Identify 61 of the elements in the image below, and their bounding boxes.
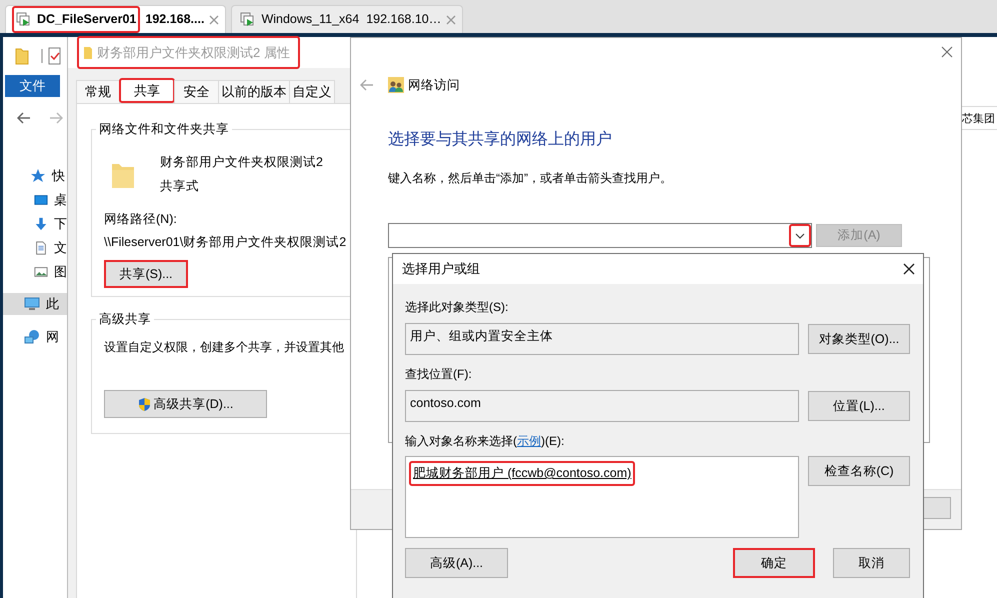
field-label: 查找位置(F): (405, 366, 473, 383)
advanced-button[interactable]: 高级(A)... (405, 548, 508, 578)
document-icon (34, 240, 48, 256)
path-label: 网络路径(N): (104, 210, 178, 228)
shield-icon (138, 396, 151, 412)
locations-button[interactable]: 位置(L)... (808, 391, 910, 421)
group-title: 网络文件和文件夹共享 (96, 121, 232, 137)
sidebar-item[interactable]: 下 (3, 213, 67, 235)
browser-tab[interactable]: Windows_11_x64 192.168.10… (231, 5, 464, 33)
cancel-button[interactable]: 取消 (833, 548, 910, 578)
network-path: \\Fileserver01\财务部用户文件夹权限测试2 (104, 234, 348, 252)
check-names-button[interactable]: 检查名称(C) (808, 456, 910, 486)
dialog-heading: 选择要与其共享的网络上的用户 (388, 130, 613, 150)
dropdown-button[interactable] (789, 224, 811, 247)
close-icon[interactable] (903, 263, 915, 275)
user-combo-box[interactable] (388, 222, 812, 248)
tab[interactable]: 安全 (174, 80, 219, 103)
remote-desktop-icon (16, 12, 32, 28)
dialog-title: 选择用户或组 (402, 260, 480, 278)
description-text: 设置自定义权限，创建多个共享，并设置其他 (104, 339, 345, 356)
dialog-title: 网络访问 (408, 77, 460, 94)
network-icon (24, 329, 40, 345)
window-title: 财务部用户文件夹权限测试2 属性 (96, 44, 291, 62)
instruction-text: 键入名称，然后单击“添加”，或者单击箭头查找用户。 (388, 170, 673, 187)
example-link[interactable]: 示例 (517, 434, 541, 448)
browser-tab[interactable]: DC_FileServer01 192.168.... (5, 5, 226, 33)
object-type-field: 用户、组或内置安全主体 (405, 323, 799, 355)
tab[interactable]: 常规 (76, 80, 120, 103)
star-icon (30, 168, 46, 184)
download-icon (34, 216, 48, 232)
properties-icon[interactable] (41, 47, 61, 65)
object-types-button[interactable]: 对象类型(O)... (808, 324, 910, 354)
object-name: 肥城财务部用户 (fccwb@contoso.com) (409, 461, 636, 486)
tab[interactable]: 自定义 (289, 80, 335, 103)
share-button[interactable]: 共享(S)... (104, 260, 188, 288)
field-label: 输入对象名称来选择(示例)(E): (405, 433, 566, 450)
ok-button[interactable]: 确定 (733, 548, 815, 578)
sidebar-item[interactable]: 此 (3, 293, 67, 315)
share-state: 共享式 (160, 178, 200, 195)
folder-icon (83, 46, 93, 60)
sidebar-item[interactable]: 网 (3, 326, 67, 348)
sidebar-item[interactable]: 图 (3, 261, 67, 283)
sidebar-item[interactable]: 快 (3, 165, 67, 187)
advanced-sharing-button[interactable]: 高级共享(D)... (104, 390, 267, 418)
file-tab[interactable]: 文件 (5, 75, 60, 97)
chevron-down-icon (795, 233, 805, 240)
group-title: 高级共享 (96, 311, 154, 327)
tab[interactable]: 以前的版本 (218, 80, 290, 103)
users-icon (388, 77, 404, 94)
folder-name: 财务部用户文件夹权限测试2 (160, 154, 323, 171)
field-label: 选择此对象类型(S): (405, 299, 510, 316)
remote-desktop-icon (240, 12, 256, 28)
computer-icon (24, 296, 40, 312)
location-field: contoso.com (405, 390, 799, 422)
picture-icon (34, 264, 48, 280)
sidebar-item[interactable]: 文 (3, 237, 67, 259)
object-names-field[interactable]: 肥城财务部用户 (fccwb@contoso.com) (405, 456, 799, 538)
tab[interactable]: 共享 (119, 78, 175, 103)
sidebar-item[interactable]: 桌 (3, 189, 67, 211)
back-icon[interactable] (17, 112, 31, 124)
desktop-icon (34, 192, 48, 208)
